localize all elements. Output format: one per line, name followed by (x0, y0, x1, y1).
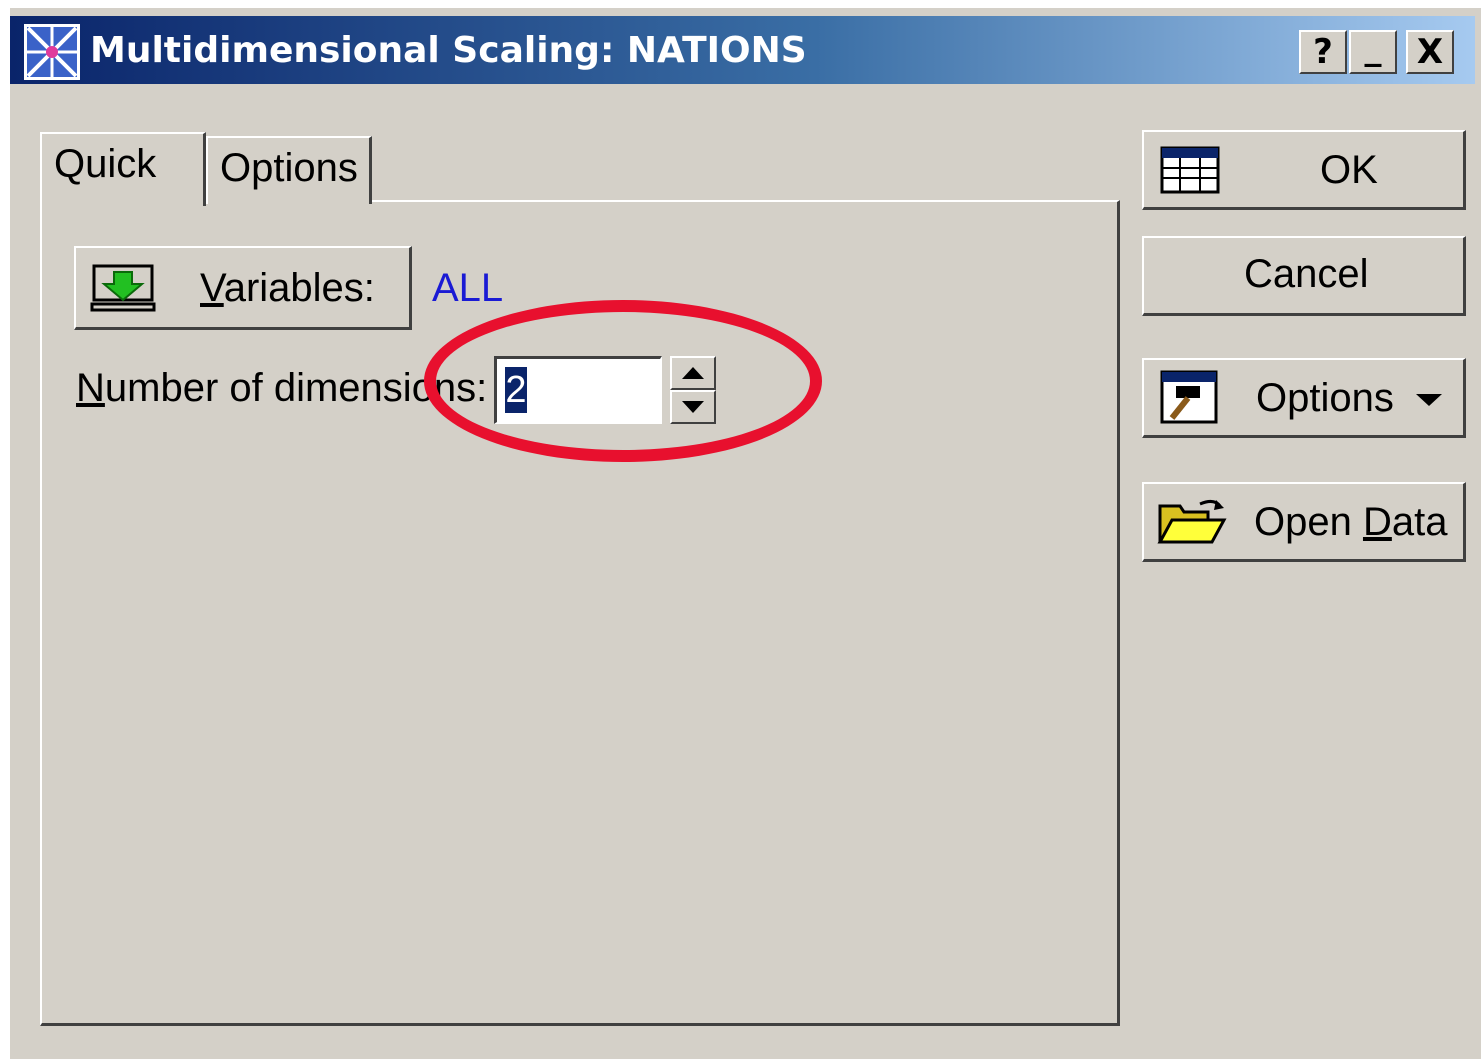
minimize-button[interactable]: _ (1349, 28, 1397, 74)
statistica-app-icon (24, 24, 80, 80)
open-data-button-label: Open Data (1254, 500, 1448, 544)
help-button[interactable]: ? (1299, 30, 1347, 74)
spin-down-button[interactable] (670, 390, 716, 424)
options-button-label: Options (1256, 376, 1394, 420)
hammer-icon (1160, 370, 1218, 424)
close-button[interactable]: X (1406, 30, 1454, 74)
dimensions-value: 2 (505, 367, 527, 413)
options-menu-button[interactable]: Options (1142, 358, 1466, 438)
open-data-button[interactable]: Open Data (1142, 482, 1466, 562)
variables-button-label: Variables: (200, 266, 375, 310)
dimensions-input[interactable]: 2 (494, 356, 662, 424)
ok-button[interactable]: OK (1142, 130, 1466, 210)
variables-value-link[interactable]: ALL (432, 266, 503, 311)
ok-button-label: OK (1320, 148, 1378, 192)
tab-quick[interactable]: Quick (40, 132, 206, 206)
window-title: Multidimensional Scaling: NATIONS (90, 30, 807, 71)
dimensions-label: Number of dimensions: (76, 366, 488, 410)
cancel-button-label: Cancel (1244, 252, 1369, 296)
cancel-button[interactable]: Cancel (1142, 236, 1466, 316)
spin-up-button[interactable] (670, 356, 716, 390)
title-bar[interactable]: Multidimensional Scaling: NATIONS ? _ X (10, 16, 1475, 84)
open-folder-icon (1157, 499, 1227, 544)
arrow-up-icon (682, 367, 704, 379)
dropdown-arrow-icon (1416, 394, 1442, 406)
arrow-down-icon (682, 401, 704, 413)
spreadsheet-icon (1160, 146, 1220, 194)
tab-options[interactable]: Options (206, 136, 372, 204)
variables-select-icon (90, 264, 156, 312)
variables-button[interactable]: Variables: (74, 246, 412, 330)
